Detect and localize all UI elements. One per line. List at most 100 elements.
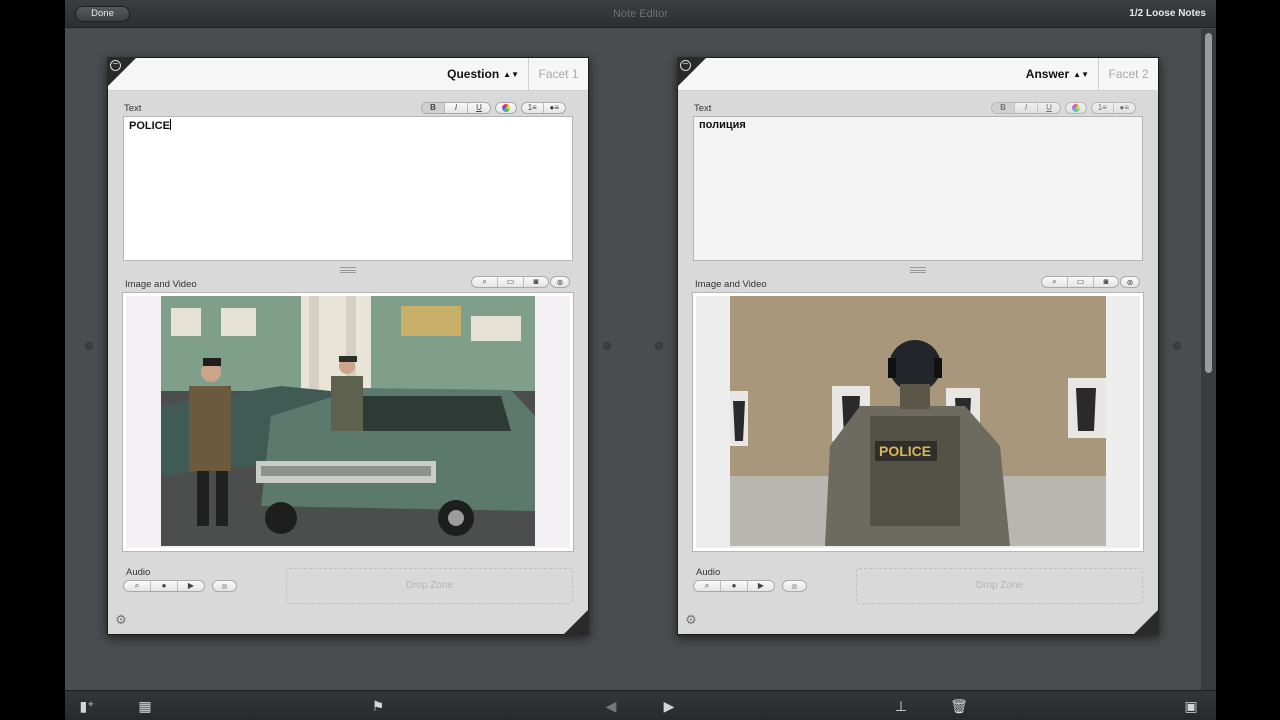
text-cursor [169, 119, 171, 130]
audio-controls: ⌕ ● ▶ [693, 580, 775, 592]
trash-icon[interactable]: 🗑 [949, 697, 969, 715]
list-format-group: 1≡ ●≡ [1091, 102, 1136, 114]
question-media-frame[interactable] [122, 292, 574, 552]
text-format-group: B I U [991, 102, 1061, 114]
middle-left-dot [603, 342, 611, 350]
bullet-list-button[interactable]: ●≡ [1114, 103, 1135, 113]
question-text-field[interactable]: POLICE [123, 116, 573, 261]
middle-right-dot [655, 342, 663, 350]
svg-text:POLICE: POLICE [879, 443, 931, 459]
media-toolbar: ⌕ ▭ ◙ [1041, 276, 1119, 288]
underline-button[interactable]: U [468, 103, 490, 113]
record-icon[interactable]: ● [151, 581, 178, 591]
answer-text: полиция [699, 119, 746, 131]
clear-audio-button[interactable]: ⊗ [212, 580, 237, 592]
answer-card-body: Text B I U 1≡ ●≡ полиция Image and Video… [678, 92, 1158, 634]
bullet-list-button[interactable]: ●≡ [544, 103, 565, 113]
remove-card-icon[interactable]: − [110, 60, 121, 71]
play-icon[interactable]: ▶ [178, 581, 204, 591]
question-card-body: Text B I U 1≡ ●≡ POLICE Image and Video … [108, 92, 588, 634]
bold-button[interactable]: B [422, 103, 445, 113]
camera-icon[interactable]: ◙ [524, 277, 548, 287]
add-note-icon[interactable]: ▮⁺ [77, 697, 97, 715]
loose-notes-counter: 1/2 Loose Notes [1129, 8, 1206, 19]
italic-button[interactable]: I [1015, 103, 1038, 113]
side-selector-label: Question [447, 67, 500, 81]
question-text: POLICE [129, 120, 170, 132]
close-icon: ⊗ [791, 581, 798, 591]
audio-drop-zone[interactable]: Drop Zone [856, 568, 1143, 604]
clear-audio-button[interactable]: ⊗ [782, 580, 807, 592]
audio-section-label: Audio [126, 567, 151, 578]
add-multiple-icon[interactable]: ▦ [135, 697, 155, 715]
text-section-label: Text [694, 103, 712, 114]
underline-button[interactable]: U [1038, 103, 1060, 113]
camera-icon[interactable]: ◙ [1094, 277, 1118, 287]
stamp-icon[interactable]: ⊥ [891, 697, 911, 715]
search-icon[interactable]: ⌕ [1042, 277, 1068, 287]
title-bar: Done Note Editor 1/2 Loose Notes [65, 0, 1216, 28]
media-section-label: Image and Video [695, 279, 767, 290]
side-selector[interactable]: Question ▲▼ [447, 67, 519, 81]
search-icon[interactable]: ⌕ [694, 581, 721, 591]
clear-media-button[interactable]: ⊗ [550, 276, 570, 288]
scrollbar-thumb[interactable] [1205, 33, 1212, 373]
right-edge-dot [1173, 342, 1181, 350]
cars-photo [161, 296, 535, 546]
audio-controls: ⌕ ● ▶ [123, 580, 205, 592]
color-wheel-icon [502, 104, 510, 112]
text-section-label: Text [124, 103, 142, 114]
police-photo: POLICE [730, 296, 1106, 546]
left-edge-dot [85, 342, 93, 350]
answer-card: Answer ▲▼ Facet 2 − Text B I U 1≡ ●≡ поли… [677, 57, 1159, 635]
window-icon[interactable]: ▭ [498, 277, 524, 287]
play-icon[interactable]: ▶ [748, 581, 774, 591]
question-card-header: Question ▲▼ Facet 1 [108, 58, 588, 91]
list-format-group: 1≡ ●≡ [521, 102, 566, 114]
answer-card-header: Answer ▲▼ Facet 2 [678, 58, 1158, 91]
app: Done Note Editor 1/2 Loose Notes Questio… [0, 0, 1280, 720]
answer-media-frame[interactable]: POLICE [692, 292, 1144, 552]
window-icon[interactable]: ▭ [1068, 277, 1094, 287]
close-icon: ⊗ [1126, 277, 1134, 287]
window-title: Note Editor [612, 8, 669, 20]
bottom-toolbar: ▮⁺ ▦ ⚑ ◀ ▶ ⊥ 🗑 ▣ [65, 690, 1216, 720]
numbered-list-button[interactable]: 1≡ [1092, 103, 1114, 113]
next-icon[interactable]: ▶ [659, 697, 679, 715]
updown-arrows-icon: ▲▼ [1073, 70, 1089, 79]
clear-media-button[interactable]: ⊗ [1120, 276, 1140, 288]
updown-arrows-icon: ▲▼ [503, 70, 519, 79]
text-format-group: B I U [421, 102, 491, 114]
resize-grip[interactable] [910, 267, 926, 273]
gear-icon[interactable]: ⚙ [684, 613, 698, 627]
panel-icon[interactable]: ▣ [1181, 697, 1201, 715]
search-icon[interactable]: ⌕ [124, 581, 151, 591]
italic-button[interactable]: I [445, 103, 468, 113]
facet-tab[interactable]: Facet 2 [1098, 58, 1158, 90]
color-wheel-icon [1072, 104, 1080, 112]
media-section-label: Image and Video [125, 279, 197, 290]
color-picker-button[interactable] [495, 102, 517, 114]
answer-text-field[interactable]: полиция [693, 116, 1143, 261]
gear-icon[interactable]: ⚙ [114, 613, 128, 627]
side-selector[interactable]: Answer ▲▼ [1026, 67, 1089, 81]
question-card: Question ▲▼ Facet 1 − Text B I U 1≡ ●≡ PO… [107, 57, 589, 635]
previous-icon[interactable]: ◀ [601, 697, 621, 715]
bold-button[interactable]: B [992, 103, 1015, 113]
flag-icon[interactable]: ⚑ [368, 697, 388, 715]
note-editor-window: Done Note Editor 1/2 Loose Notes Questio… [65, 0, 1216, 720]
record-icon[interactable]: ● [721, 581, 748, 591]
side-selector-label: Answer [1025, 67, 1070, 81]
numbered-list-button[interactable]: 1≡ [522, 103, 544, 113]
card-corner [563, 609, 589, 635]
vertical-scrollbar[interactable] [1201, 29, 1216, 690]
close-icon: ⊗ [221, 581, 228, 591]
close-icon: ⊗ [556, 277, 564, 287]
remove-card-icon[interactable]: − [680, 60, 691, 71]
resize-grip[interactable] [340, 267, 356, 273]
search-icon[interactable]: ⌕ [472, 277, 498, 287]
card-corner [1133, 609, 1159, 635]
facet-tab[interactable]: Facet 1 [528, 58, 588, 90]
audio-drop-zone[interactable]: Drop Zone [286, 568, 573, 604]
color-picker-button[interactable] [1065, 102, 1087, 114]
